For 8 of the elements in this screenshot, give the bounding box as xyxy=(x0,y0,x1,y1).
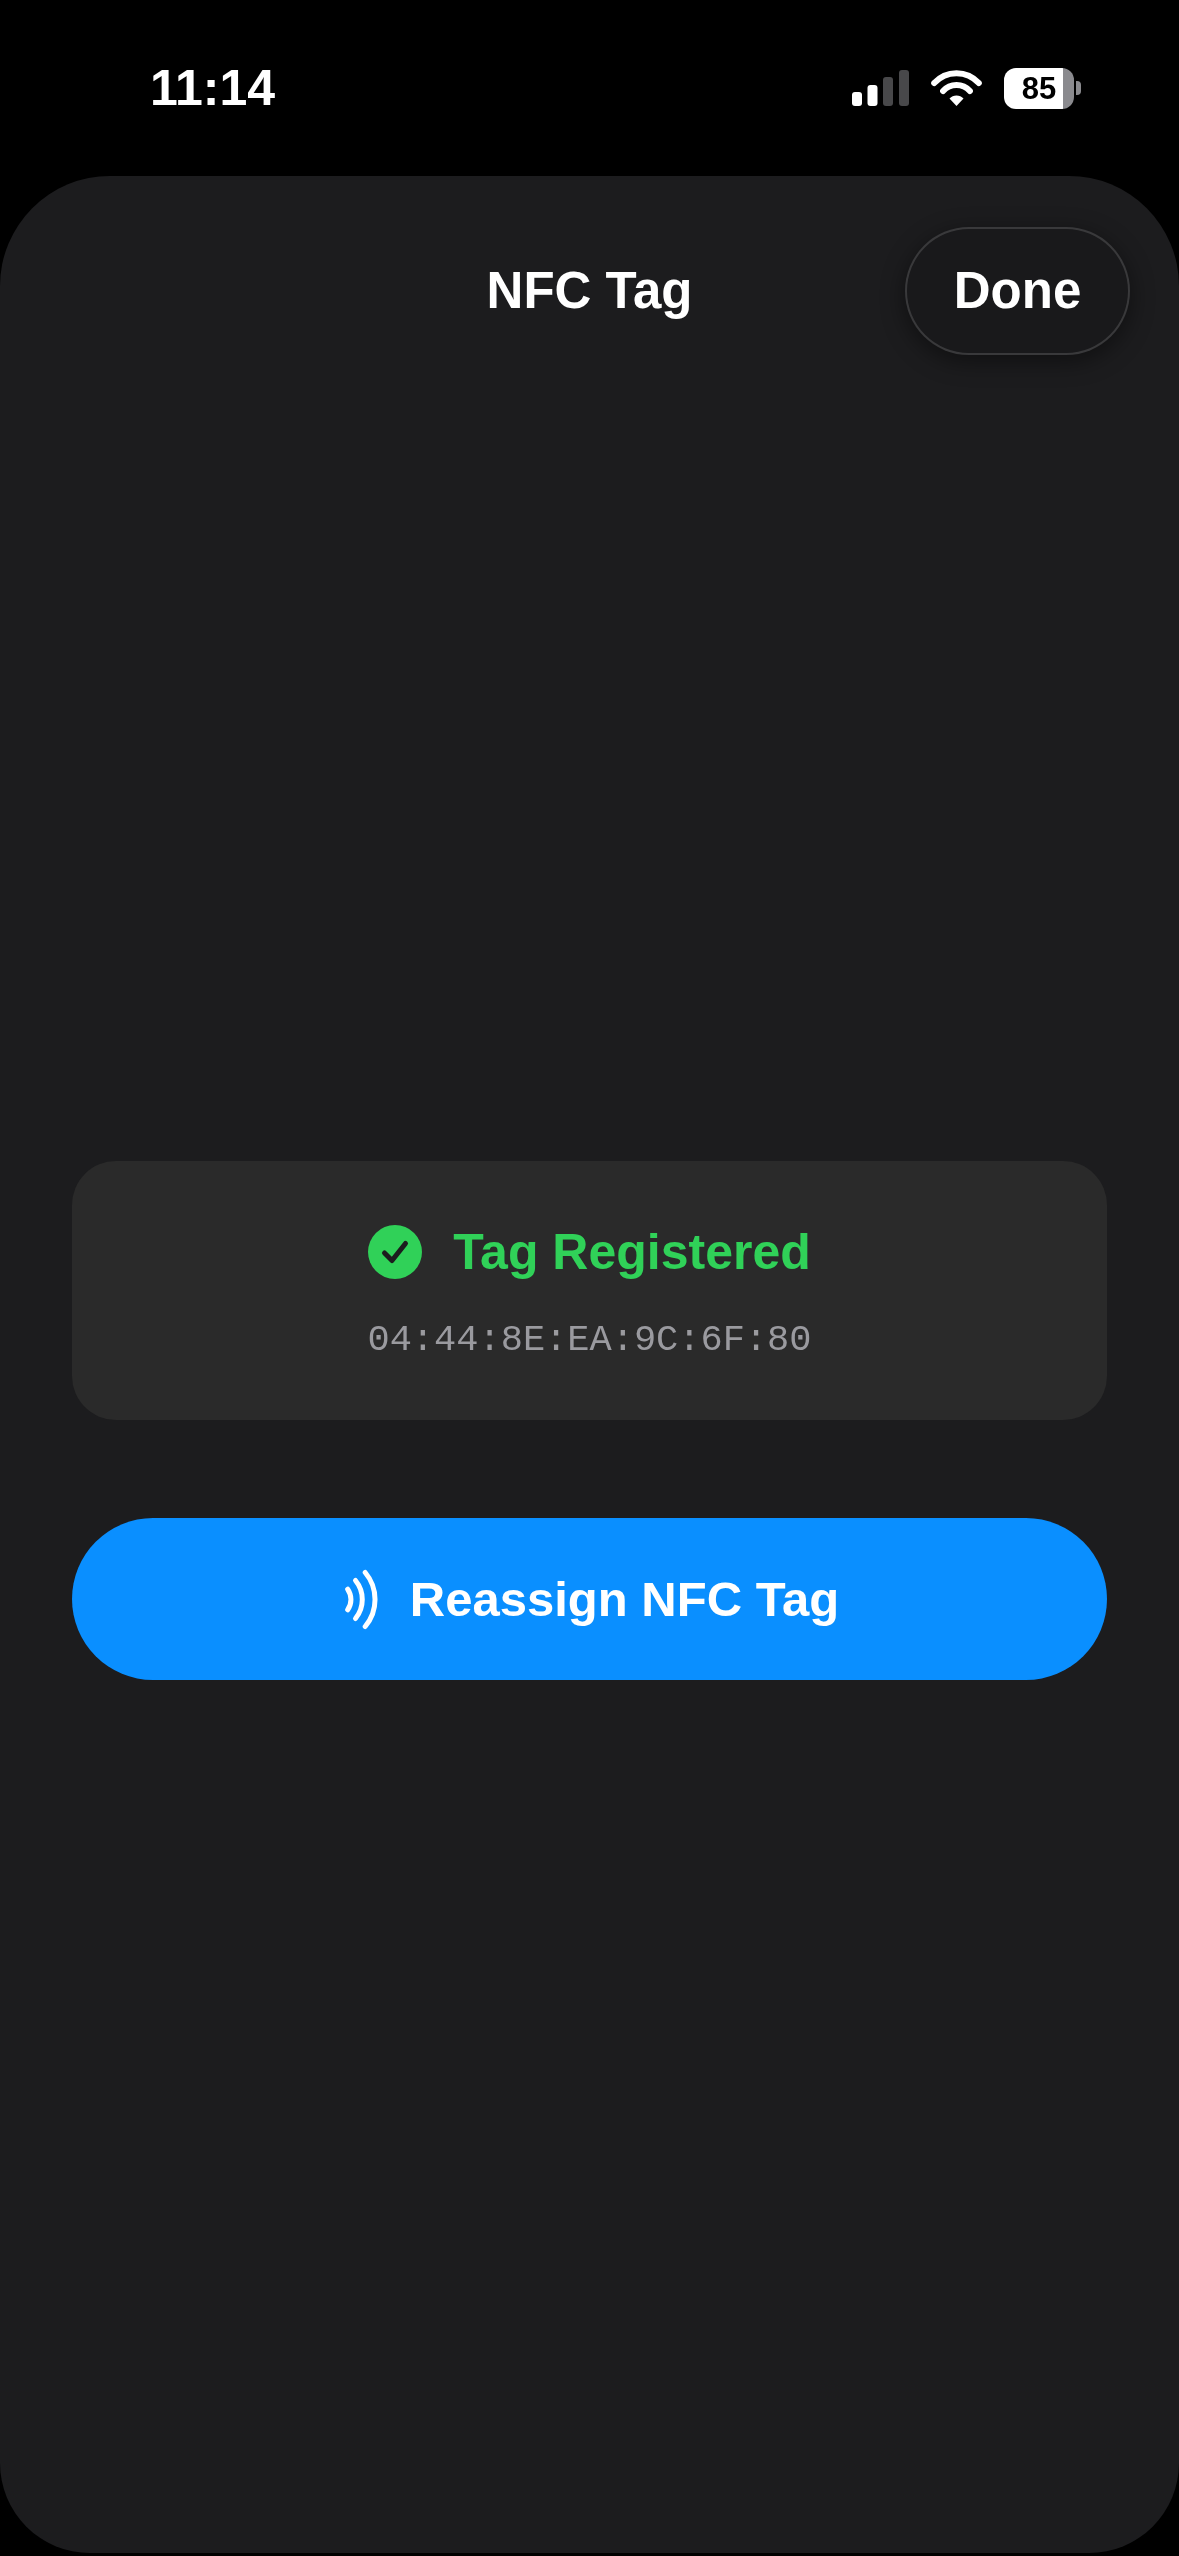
status-time: 11:14 xyxy=(150,59,276,118)
wifi-icon xyxy=(931,69,982,107)
tag-uid: 04:44:8E:EA:9C:6F:80 xyxy=(367,1318,812,1362)
tag-status: Tag Registered xyxy=(453,1223,811,1282)
battery-indicator: 85 xyxy=(1004,67,1081,109)
signal-icon xyxy=(852,70,909,106)
sheet-title: NFC Tag xyxy=(486,261,693,321)
done-button[interactable]: Done xyxy=(905,227,1130,355)
